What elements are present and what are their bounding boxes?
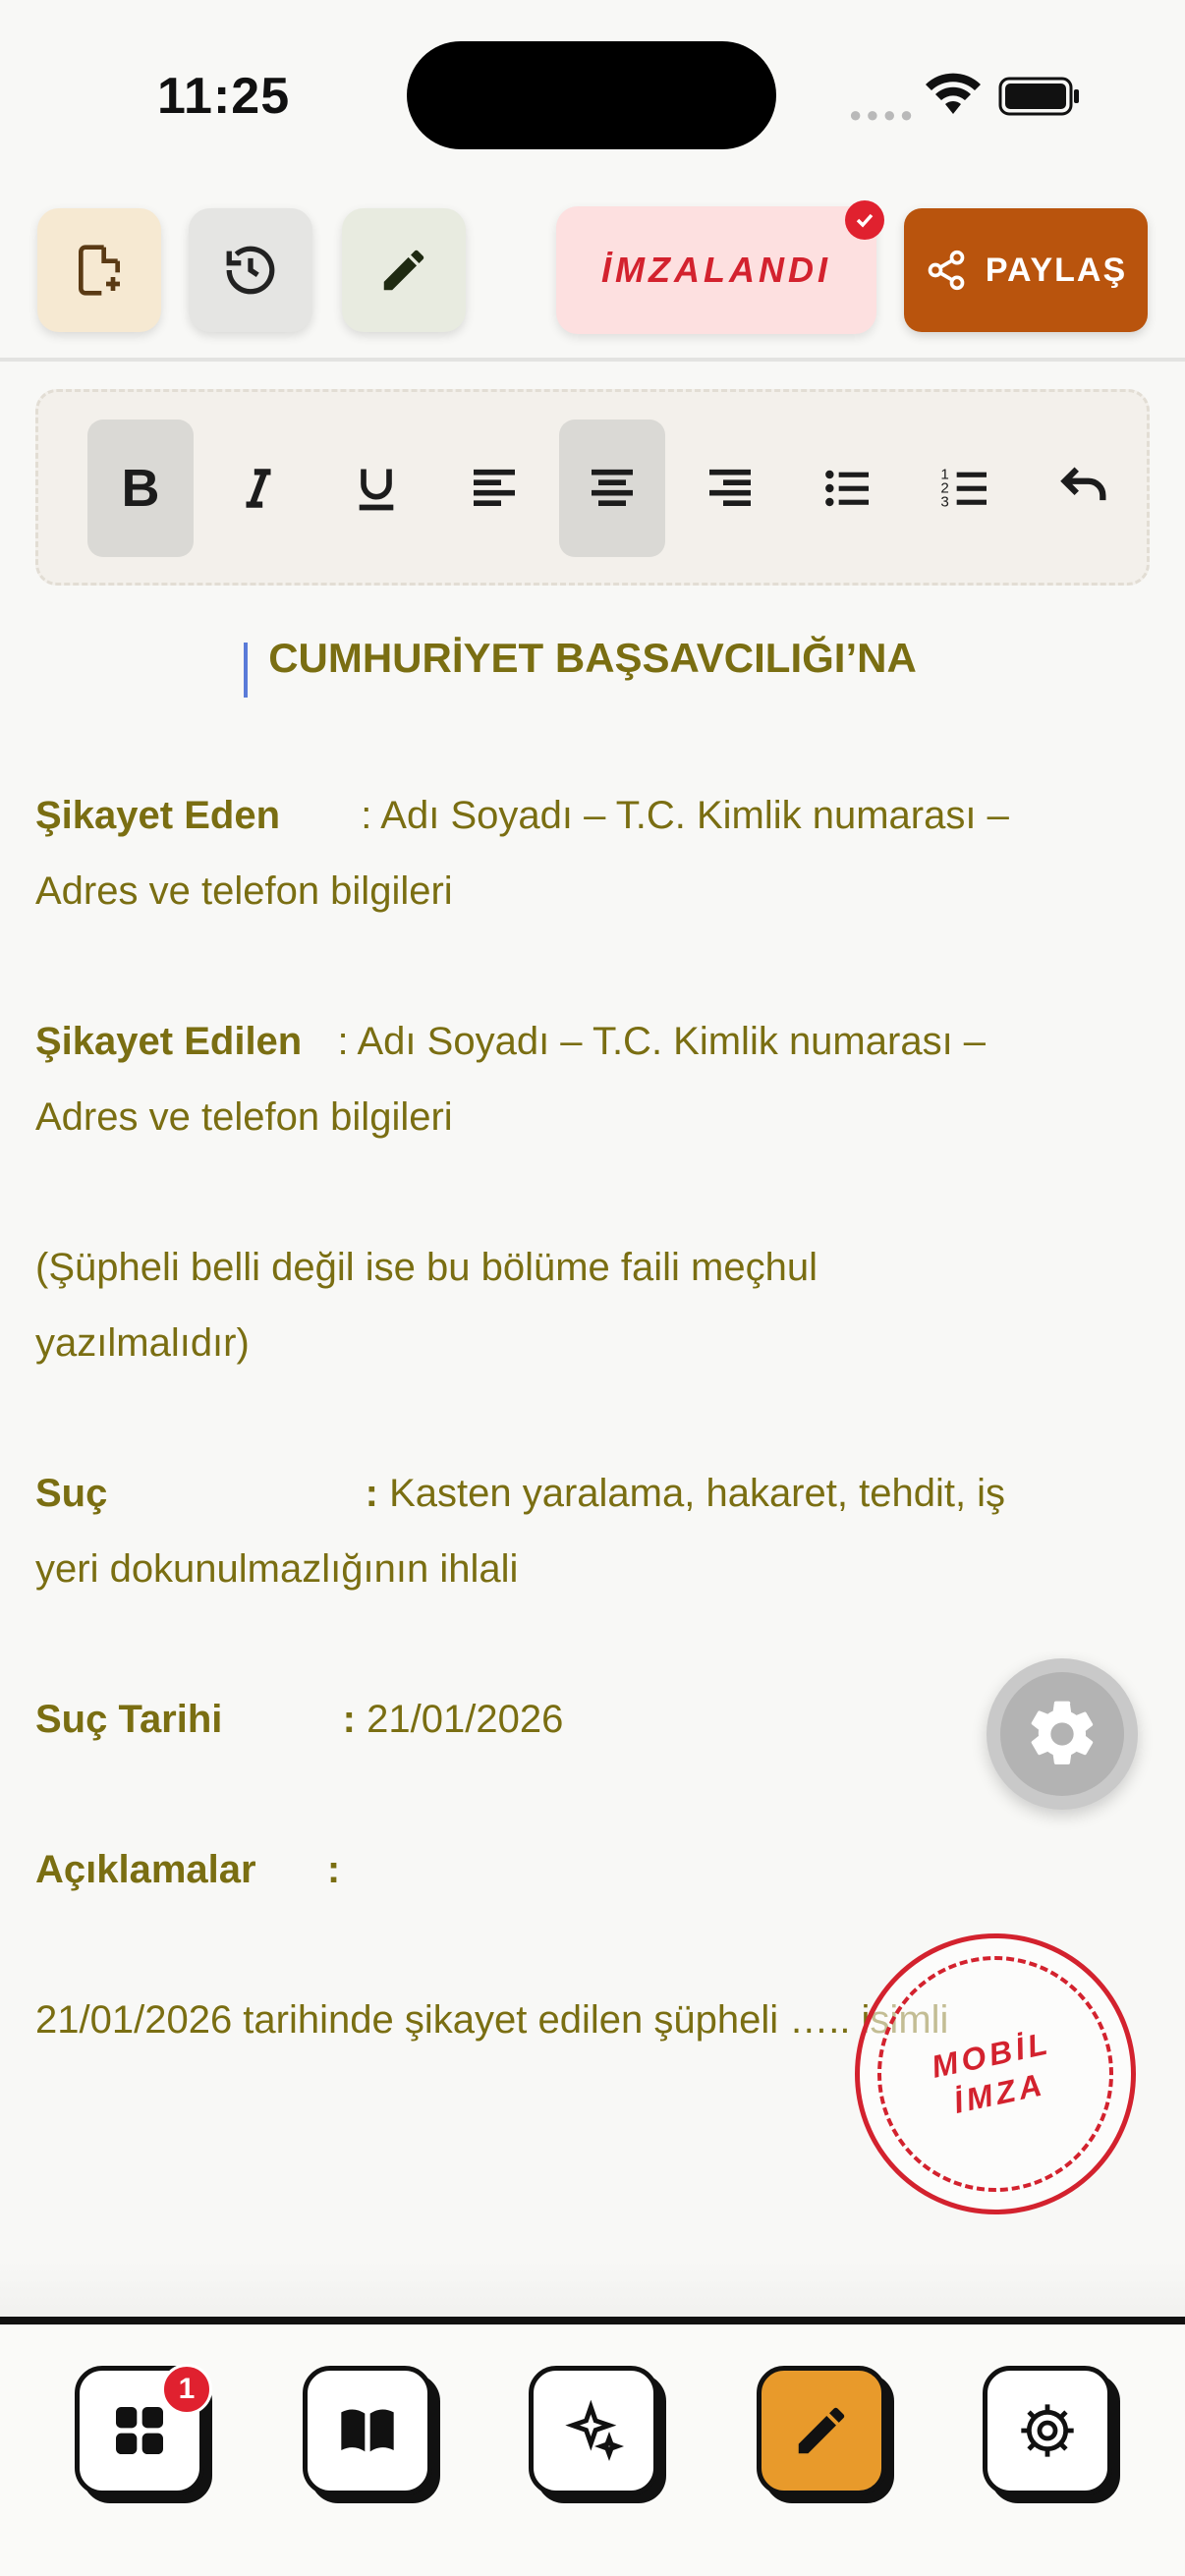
undo-button[interactable] xyxy=(1031,420,1137,557)
dynamic-island xyxy=(407,41,776,149)
nav-editor-button[interactable] xyxy=(757,2366,886,2495)
respondent-label: Şikayet Edilen xyxy=(35,1020,303,1063)
new-document-button[interactable] xyxy=(37,208,161,332)
bold-icon: B xyxy=(121,459,160,518)
floating-settings-button[interactable] xyxy=(987,1658,1138,1810)
align-center-button[interactable] xyxy=(559,420,665,557)
check-badge-icon xyxy=(845,200,884,240)
signed-status-button[interactable]: İMZALANDI xyxy=(556,206,876,334)
pencil-icon xyxy=(798,2407,845,2454)
cellular-signal-icon: ●●●● xyxy=(849,102,918,127)
description-colon: : xyxy=(326,1848,341,1891)
share-label: PAYLAŞ xyxy=(985,251,1128,289)
note-line-1[interactable]: (Şüpheli belli değil ise bu bölüme faili… xyxy=(35,1246,818,1290)
history-icon xyxy=(226,246,275,295)
file-add-icon xyxy=(79,245,120,296)
document-toolbar: İMZALANDI PAYLAŞ xyxy=(0,196,1185,354)
crime-cont[interactable]: yeri dokunulmazlığının ihlali xyxy=(35,1547,518,1592)
complainant-line[interactable]: Şikayet Eden : Adı Soyadı – T.C. Kimlik … xyxy=(35,794,1009,838)
settings-gear-icon xyxy=(1021,2404,1074,2457)
mobile-signature-stamp: MOBİL İMZA xyxy=(855,1933,1136,2214)
numbered-list-button[interactable]: 123 xyxy=(913,420,1019,557)
bold-button[interactable]: B xyxy=(87,420,194,557)
align-left-icon xyxy=(474,469,515,506)
align-right-icon xyxy=(709,469,751,506)
notification-badge: 1 xyxy=(161,2364,212,2415)
underline-button[interactable] xyxy=(323,420,429,557)
description-label: Açıklamalar xyxy=(35,1848,256,1891)
pencil-icon xyxy=(383,250,424,291)
history-button[interactable] xyxy=(189,208,312,332)
crime-colon: : xyxy=(365,1472,378,1515)
align-center-icon xyxy=(592,469,633,506)
respondent-line[interactable]: Şikayet Edilen : Adı Soyadı – T.C. Kimli… xyxy=(35,1020,986,1064)
status-bar: 11:25 ●●●● xyxy=(0,0,1185,187)
bottom-navigation: 1 xyxy=(0,2317,1185,2576)
align-left-button[interactable] xyxy=(441,420,547,557)
bullet-list-button[interactable] xyxy=(795,420,901,557)
document-title[interactable]: CUMHURİYET BAŞSAVCILIĞI’NA xyxy=(35,635,1150,682)
format-toolbar: B 123 xyxy=(35,389,1150,586)
underline-icon xyxy=(359,469,394,511)
undo-icon xyxy=(1060,467,1106,501)
crime-value: Kasten yaralama, hakaret, tehdit, iş xyxy=(389,1472,1006,1515)
date-line[interactable]: Suç Tarihi : 21/01/2026 xyxy=(35,1698,563,1742)
svg-text:3: 3 xyxy=(940,494,948,511)
bullet-list-icon xyxy=(825,470,869,507)
toolbar-divider xyxy=(0,358,1185,362)
date-label: Suç Tarihi xyxy=(35,1698,223,1741)
date-value: 21/01/2026 xyxy=(367,1698,564,1741)
complainant-cont[interactable]: Adres ve telefon bilgileri xyxy=(35,869,453,914)
note-line-2[interactable]: yazılmalıdır) xyxy=(35,1321,250,1366)
nav-ai-button[interactable] xyxy=(529,2366,658,2495)
share-button[interactable]: PAYLAŞ xyxy=(904,208,1148,332)
grid-icon xyxy=(116,2407,163,2454)
description-line[interactable]: Açıklamalar : xyxy=(35,1848,340,1892)
date-colon: : xyxy=(342,1698,356,1741)
nav-settings-button[interactable] xyxy=(983,2366,1112,2495)
signed-label: İMZALANDI xyxy=(601,250,831,290)
numbered-list-icon: 123 xyxy=(940,467,987,511)
crime-label: Suç xyxy=(35,1472,108,1515)
edit-button[interactable] xyxy=(342,208,466,332)
battery-icon xyxy=(998,77,1079,116)
complainant-value: : Adı Soyadı – T.C. Kimlik numarası – xyxy=(361,794,1009,837)
complainant-label: Şikayet Eden xyxy=(35,794,281,837)
status-time: 11:25 xyxy=(157,68,291,125)
italic-button[interactable] xyxy=(205,420,311,557)
sparkle-icon xyxy=(565,2399,625,2462)
nav-library-button[interactable] xyxy=(303,2366,432,2495)
crime-line[interactable]: Suç : Kasten yaralama, hakaret, tehdit, … xyxy=(35,1472,1005,1516)
respondent-value: : Adı Soyadı – T.C. Kimlik numarası – xyxy=(337,1020,987,1063)
wifi-icon xyxy=(926,73,981,114)
share-icon xyxy=(928,250,965,291)
respondent-cont[interactable]: Adres ve telefon bilgileri xyxy=(35,1095,453,1140)
gear-icon xyxy=(1031,1701,1094,1764)
align-right-button[interactable] xyxy=(677,420,783,557)
italic-icon xyxy=(246,469,271,508)
body-line[interactable]: 21/01/2026 tarihinde şikayet edilen şüph… xyxy=(35,1998,948,2043)
book-icon xyxy=(341,2409,394,2452)
